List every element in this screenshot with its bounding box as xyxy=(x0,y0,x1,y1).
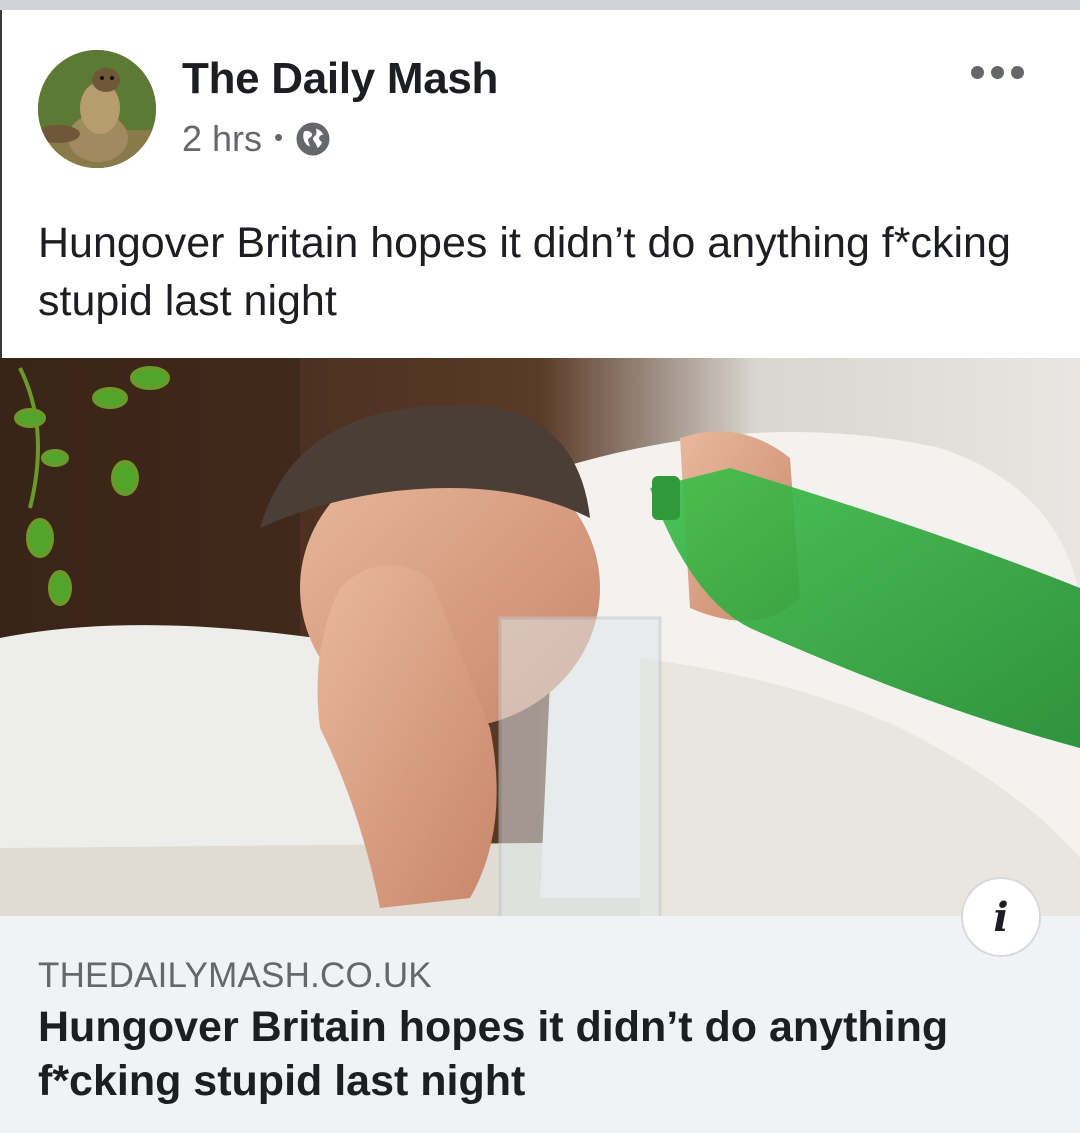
post-header: The Daily Mash 2 hrs • xyxy=(0,10,1080,210)
info-icon[interactable]: i xyxy=(961,877,1041,957)
page-name[interactable]: The Daily Mash xyxy=(182,54,498,104)
post-meta: 2 hrs • xyxy=(182,118,331,160)
link-preview-card[interactable]: THEDAILYMASH.CO.UK Hungover Britain hope… xyxy=(0,916,1080,1133)
otter-avatar-image xyxy=(38,50,156,168)
meta-separator: • xyxy=(274,121,284,152)
top-separator xyxy=(0,0,1080,10)
hungover-man-photo xyxy=(0,358,1080,916)
link-title[interactable]: Hungover Britain hopes it didn’t do anyt… xyxy=(38,1000,1038,1108)
post-text: Hungover Britain hopes it didn’t do anyt… xyxy=(38,219,1011,325)
globe-icon[interactable] xyxy=(295,121,331,157)
avatar[interactable] xyxy=(38,50,156,168)
link-image[interactable] xyxy=(0,358,1080,916)
more-options-button[interactable] xyxy=(971,66,1024,79)
more-dot xyxy=(1011,66,1024,79)
link-domain: THEDAILYMASH.CO.UK xyxy=(38,956,432,995)
post-time[interactable]: 2 hrs xyxy=(182,118,262,160)
more-dot xyxy=(991,66,1004,79)
more-dot xyxy=(971,66,984,79)
